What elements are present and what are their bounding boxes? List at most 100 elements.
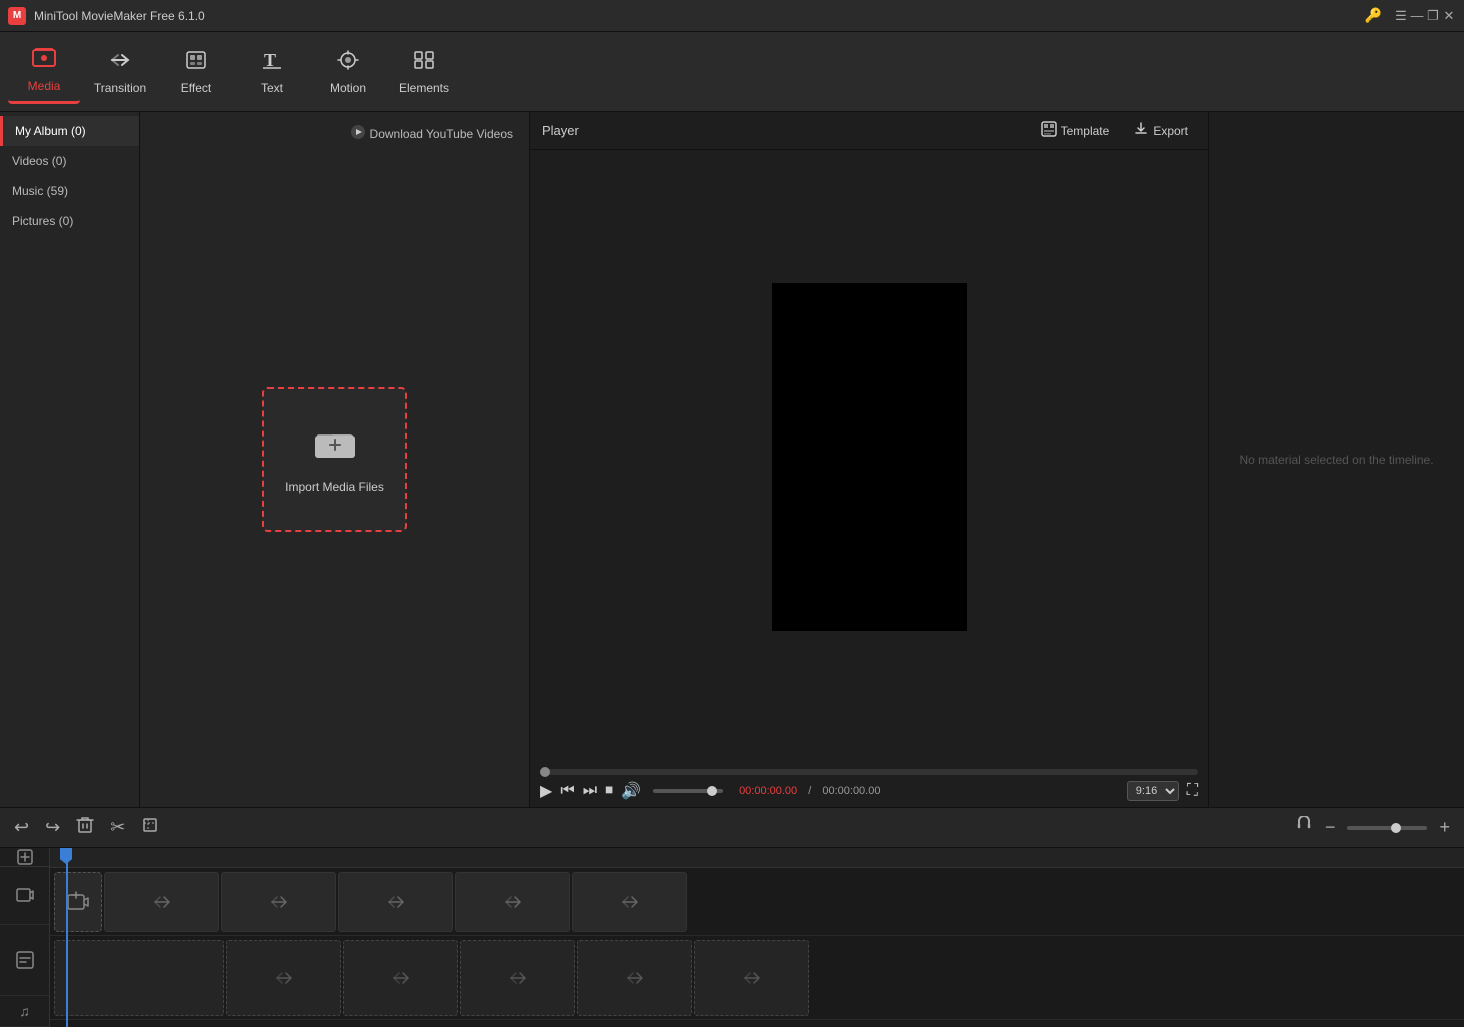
progress-thumb[interactable] [540,767,550,777]
window-controls[interactable]: ☰ — ❐ ✕ [1394,9,1456,23]
prev-button[interactable]: ⏮ [560,782,574,800]
subtitle-slot-5[interactable] [694,940,809,1016]
transition-label: Transition [94,81,146,95]
add-media-button[interactable] [54,872,102,932]
video-track [50,868,1464,936]
titlebar: M MiniTool MovieMaker Free 6.1.0 🔑 ☰ — ❐… [0,0,1464,32]
redo-button[interactable]: ↪ [41,815,64,840]
crop-button[interactable] [137,814,163,841]
player-actions: Template Export [1033,118,1196,143]
sidebar-item-pictures[interactable]: Pictures (0) [0,206,139,236]
timeline-toolbar: ↩ ↪ ✂ − [0,808,1464,848]
timeline-tracks [50,848,1464,1027]
progress-bar[interactable] [540,769,1198,775]
toolbar-btn-motion[interactable]: Motion [312,40,384,104]
template-label: Template [1061,124,1110,138]
transition-slot-1[interactable] [104,872,219,932]
close-button[interactable]: ✕ [1442,9,1456,23]
download-icon [350,124,366,143]
next-button[interactable]: ⏭ [583,782,597,800]
media-label: Media [28,79,61,93]
player-header: Player Template [530,112,1208,150]
timeline-right-tools: − + [1291,814,1454,841]
sidebar: My Album (0) Videos (0) Music (59) Pictu… [0,112,140,807]
transition-slot-2[interactable] [221,872,336,932]
key-icon: 🔑 [1365,7,1382,24]
subtitle-slot-1[interactable] [226,940,341,1016]
video-track-label [0,867,49,925]
motion-icon [336,49,360,77]
minimize-button[interactable]: — [1410,9,1424,23]
svg-text:T: T [264,50,276,70]
delete-button[interactable] [72,814,98,841]
timeline-track-labels: ♫ [0,848,50,1027]
elements-icon [412,49,436,77]
zoom-thumb [1391,823,1401,833]
aspect-ratio-select[interactable]: 9:16 16:9 1:1 4:3 [1127,781,1179,801]
export-button[interactable]: Export [1125,118,1196,143]
transition-slot-5[interactable] [572,872,687,932]
cut-button[interactable]: ✂ [106,815,129,840]
player-controls: ▶ ⏮ ⏭ ⏹ 🔊 00:00:00.00 / 00:00:00.00 9:16… [530,763,1208,807]
audio-track [50,1020,1464,1027]
subtitle-slot-large[interactable] [54,940,224,1016]
zoom-in-button[interactable]: + [1435,815,1454,840]
audio-track-label: ♫ [0,996,49,1027]
export-label: Export [1153,124,1188,138]
play-button[interactable]: ▶ [540,781,552,801]
motion-label: Motion [330,81,366,95]
content-area: Download YouTube Videos Import Media Fil… [140,112,529,807]
text-label: Text [261,81,283,95]
template-button[interactable]: Template [1033,118,1118,143]
timeline: ↩ ↪ ✂ − [0,807,1464,1027]
sidebar-item-videos[interactable]: Videos (0) [0,146,139,176]
import-label: Import Media Files [285,480,384,494]
undo-button[interactable]: ↩ [10,815,33,840]
add-track-label[interactable] [0,848,49,867]
app-icon: M [8,7,26,25]
toolbar: Media Transition Effect T [0,32,1464,112]
subtitle-track [50,936,1464,1020]
volume-icon[interactable]: 🔊 [621,781,641,801]
transition-slot-3[interactable] [338,872,453,932]
time-separator: / [805,785,814,797]
subtitle-track-label [0,925,49,996]
sidebar-item-music[interactable]: Music (59) [0,176,139,206]
zoom-slider[interactable] [1347,826,1427,830]
fullscreen-button[interactable]: ⛶ [1187,782,1198,800]
hamburger-icon[interactable]: ☰ [1394,9,1408,23]
controls-row: ▶ ⏮ ⏭ ⏹ 🔊 00:00:00.00 / 00:00:00.00 9:16… [540,781,1198,801]
sidebar-item-my-album[interactable]: My Album (0) [0,116,139,146]
subtitle-slot-2[interactable] [343,940,458,1016]
download-youtube-button[interactable]: Download YouTube Videos [342,120,521,147]
time-total: 00:00:00.00 [822,785,880,797]
subtitle-slot-3[interactable] [460,940,575,1016]
timeline-content: ♫ [0,848,1464,1027]
playhead-head [60,848,72,864]
player-title: Player [542,123,579,138]
transition-icon [108,49,132,77]
subtitle-slot-4[interactable] [577,940,692,1016]
toolbar-btn-elements[interactable]: Elements [388,40,460,104]
zoom-out-button[interactable]: − [1321,815,1340,840]
magnet-button[interactable] [1291,814,1317,841]
export-icon [1133,121,1149,140]
effect-icon [184,49,208,77]
import-media-button[interactable]: Import Media Files [262,387,407,532]
toolbar-btn-effect[interactable]: Effect [160,40,232,104]
time-current: 00:00:00.00 [739,785,797,797]
left-panel: My Album (0) Videos (0) Music (59) Pictu… [0,112,530,807]
stop-button[interactable]: ⏹ [605,782,613,800]
toolbar-btn-media[interactable]: Media [8,40,80,104]
volume-slider[interactable] [653,789,723,793]
volume-thumb [707,786,717,796]
app-title: MiniTool MovieMaker Free 6.1.0 [34,9,1357,23]
restore-button[interactable]: ❐ [1426,9,1440,23]
player-panel: Player Template [530,112,1209,807]
main-area: My Album (0) Videos (0) Music (59) Pictu… [0,112,1464,807]
media-icon [32,47,56,75]
transition-slot-4[interactable] [455,872,570,932]
ruler [50,848,1464,868]
toolbar-btn-transition[interactable]: Transition [84,40,156,104]
toolbar-btn-text[interactable]: T Text [236,40,308,104]
